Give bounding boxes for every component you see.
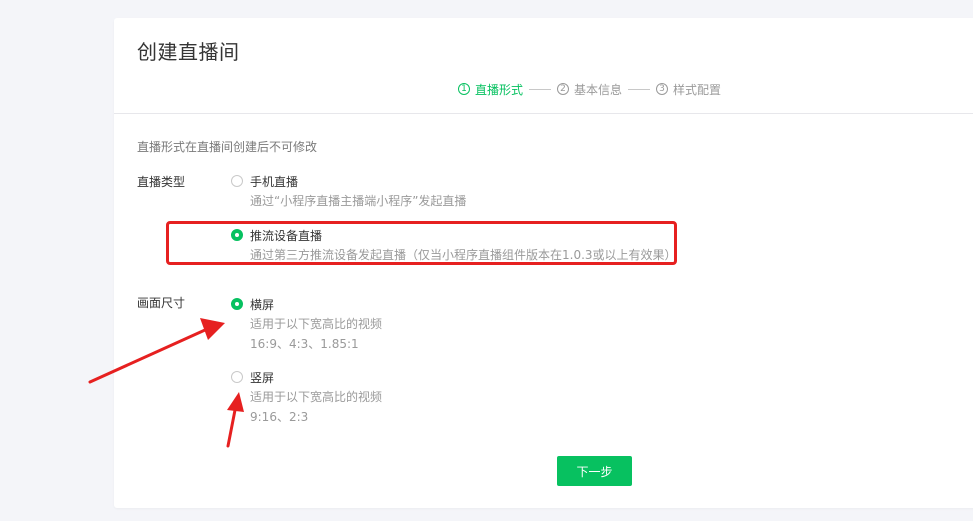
step-label-2: 基本信息 — [574, 82, 623, 97]
page-title: 创建直播间 — [137, 40, 240, 64]
radio-landscape[interactable] — [231, 298, 243, 310]
header-divider — [114, 113, 973, 114]
step-indicator: 1 直播形式 2 基本信息 3 样式配置 — [458, 80, 721, 98]
step-connector — [529, 88, 552, 90]
next-step-button[interactable]: 下一步 — [557, 456, 632, 486]
step-label-1: 直播形式 — [475, 82, 524, 97]
screen-size-label: 画面尺寸 — [137, 296, 186, 310]
option-title: 手机直播 — [250, 175, 299, 189]
live-type-label: 直播类型 — [137, 175, 186, 189]
step-number-3: 3 — [656, 83, 669, 95]
option-desc: 适用于以下宽高比的视频 — [250, 317, 383, 331]
step-1: 1 直播形式 — [458, 81, 523, 98]
step-number-2: 2 — [557, 83, 570, 95]
option-desc: 通过“小程序直播主播端小程序”发起直播 — [250, 194, 467, 208]
step-connector — [628, 88, 651, 90]
step-3: 3 样式配置 — [656, 81, 721, 98]
radio-phone-live[interactable] — [231, 175, 243, 187]
option-desc: 适用于以下宽高比的视频 — [250, 390, 383, 404]
radio-portrait[interactable] — [231, 371, 243, 383]
option-title: 横屏 — [250, 298, 275, 312]
step-label-3: 样式配置 — [673, 82, 722, 97]
annotation-highlight-box — [166, 221, 677, 265]
form-hint: 直播形式在直播间创建后不可修改 — [137, 140, 318, 154]
option-ratios: 9:16、2:3 — [250, 410, 309, 424]
option-ratios: 16:9、4:3、1.85:1 — [250, 337, 359, 351]
option-title: 竖屏 — [250, 371, 275, 385]
step-number-1: 1 — [458, 83, 470, 95]
step-2: 2 基本信息 — [557, 81, 622, 98]
